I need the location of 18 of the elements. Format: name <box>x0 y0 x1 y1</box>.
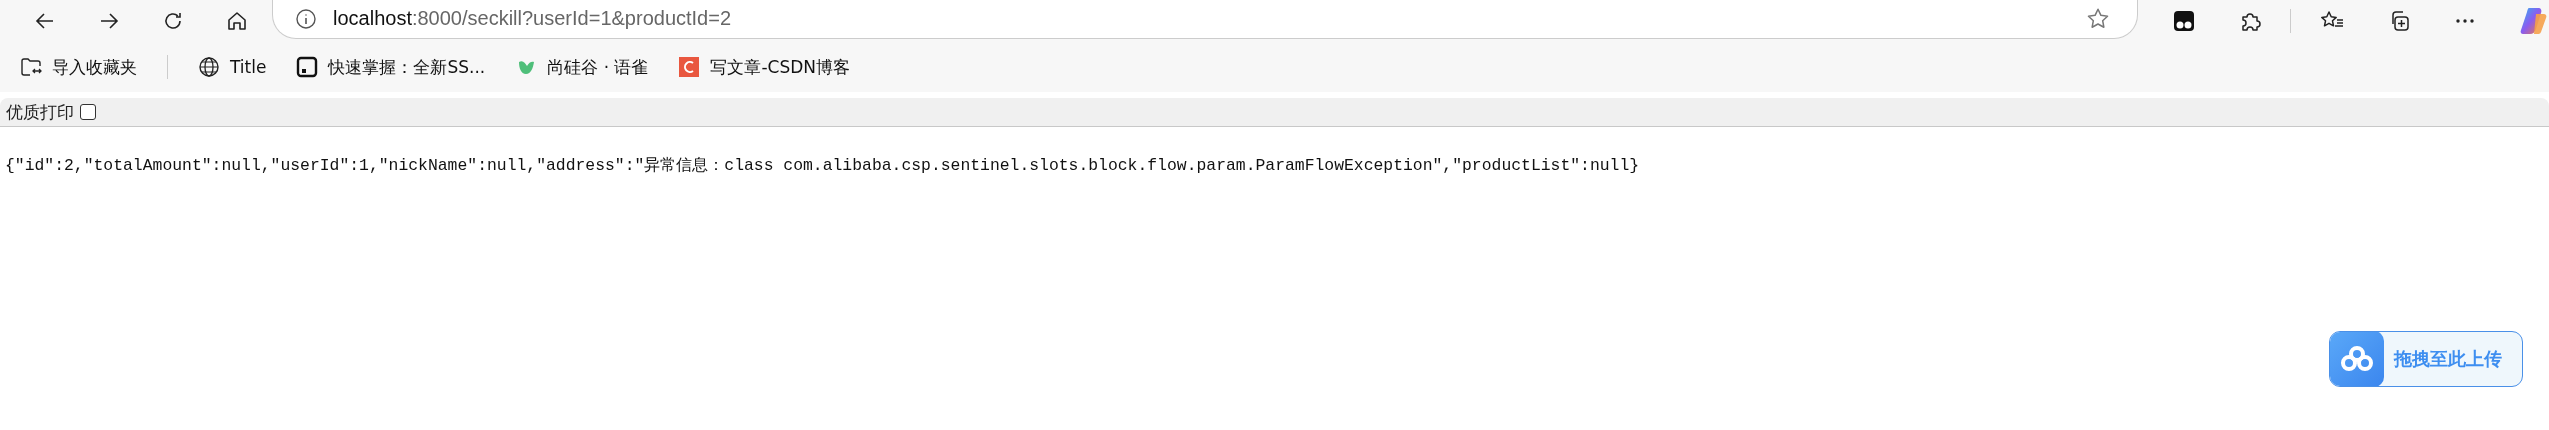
print-label: 优质打印 <box>6 100 74 124</box>
cloud-rings-icon <box>2340 345 2374 373</box>
bookmark-item[interactable]: 写文章-CSDN博客 <box>672 51 857 83</box>
folder-icon <box>20 56 42 78</box>
globe-icon <box>198 56 220 78</box>
address-bar[interactable]: localhost:8000/seckill?userId=1&productId=2 <box>272 0 2138 39</box>
url-text: localhost:8000/seckill?userId=1&productId=2 <box>333 7 732 30</box>
bookmark-item[interactable]: 导入收藏夹 <box>14 51 143 83</box>
extension-square-icon[interactable] <box>2172 9 2196 33</box>
bookmark-item[interactable]: Title <box>192 52 273 82</box>
info-icon <box>295 7 317 30</box>
print-checkbox[interactable] <box>80 104 96 120</box>
bookmark-item[interactable]: 尚硅谷 · 语雀 <box>509 51 655 83</box>
bookmark-item[interactable]: 快速掌握：全新SS... <box>290 51 492 83</box>
json-response-text: {"id":2,"totalAmount":null,"userId":1,"nickName":null,"address":"异常信息：class com.alibaba.csp.sentinel.slots.block.flow.param.ParamFlowException","productList":null} <box>4 155 1641 176</box>
c-logo-icon <box>678 56 701 78</box>
home-icon <box>225 9 249 33</box>
copilot-icon[interactable] <box>2519 6 2549 36</box>
